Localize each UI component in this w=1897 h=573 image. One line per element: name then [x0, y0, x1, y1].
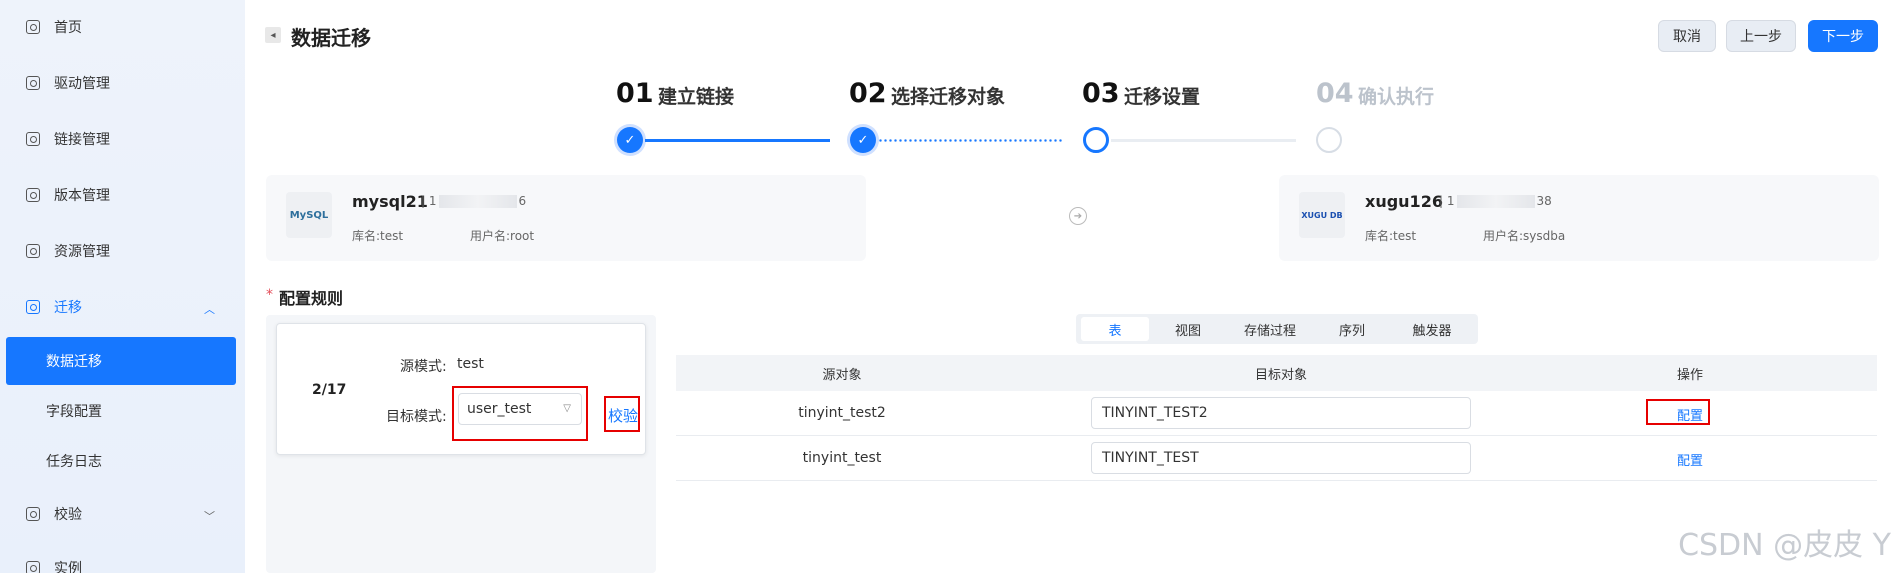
menu-icon	[26, 76, 40, 90]
step-3-number: 03	[1082, 78, 1120, 109]
source-db-ip-prefix: | 1	[421, 194, 437, 208]
source-db-ip: | 1 6	[421, 194, 526, 208]
target-db-database: 库名:test	[1365, 229, 1417, 243]
step-2-label: 选择迁移对象	[891, 86, 1006, 108]
table-row: tinyint_test TINYINT_TEST 配置	[676, 436, 1877, 481]
sidebar-item-driver[interactable]: 驱动管理	[0, 60, 245, 106]
source-db-user: 用户名:root	[470, 229, 535, 243]
column-header-source: 源对象	[822, 368, 862, 383]
target-db-user: 用户名:sysdba	[1483, 229, 1566, 243]
target-db-ip-suffix: 38	[1536, 194, 1552, 208]
menu-icon	[26, 507, 40, 521]
target-db-card: XUGU DB xugu126 | 1 38 库名:test 用户名:sysdba	[1279, 175, 1879, 261]
section-title: 配置规则	[279, 289, 344, 308]
sidebar-subitem-data-migration[interactable]: 数据迁移	[6, 337, 236, 385]
tab-view[interactable]: 视图	[1154, 317, 1222, 341]
sidebar-subitem-label: 数据迁移	[46, 354, 102, 370]
target-db-ip-prefix: | 1	[1439, 194, 1455, 208]
cancel-button[interactable]: 取消	[1658, 20, 1716, 52]
menu-icon	[26, 132, 40, 146]
sidebar-item-migration[interactable]: 迁移 ︿	[0, 284, 245, 330]
config-link[interactable]: 配置	[1670, 450, 1710, 469]
step-1-connector	[645, 139, 830, 142]
highlight-box	[1646, 399, 1710, 425]
sidebar-item-label: 实例	[54, 561, 82, 573]
tab-procedure[interactable]: 存储过程	[1226, 317, 1314, 341]
step-2-check-icon: ✓	[850, 127, 876, 153]
step-3-label: 迁移设置	[1124, 86, 1201, 108]
prev-step-button[interactable]: 上一步	[1726, 20, 1796, 52]
source-schema-value: test	[457, 356, 484, 372]
sidebar-subitem-field-config[interactable]: 字段配置	[6, 387, 236, 435]
column-header-target: 目标对象	[1254, 368, 1307, 383]
source-db-database: 库名:test	[352, 229, 404, 243]
sidebar-item-instance[interactable]: 实例	[0, 545, 245, 573]
redacted-ip	[1456, 195, 1535, 208]
step-4-dot	[1316, 127, 1342, 153]
sidebar-subitem-label: 任务日志	[46, 454, 102, 470]
step-2-number: 02	[849, 78, 887, 109]
target-db-name: xugu126	[1365, 192, 1443, 211]
required-mark: *	[266, 287, 273, 303]
menu-icon	[26, 188, 40, 202]
sidebar-item-label: 资源管理	[54, 244, 110, 260]
table-header: 源对象 目标对象 操作	[676, 355, 1877, 391]
target-db-ip: | 1 38	[1439, 194, 1552, 208]
sidebar-item-link[interactable]: 链接管理	[0, 116, 245, 162]
sidebar-item-label: 链接管理	[54, 132, 110, 148]
step-4-number: 04	[1316, 78, 1354, 109]
source-object: tinyint_test2	[798, 405, 886, 421]
xugu-logo: XUGU DB	[1299, 192, 1345, 238]
schema-count: 2/17	[312, 382, 347, 398]
tab-sequence[interactable]: 序列	[1318, 317, 1386, 341]
sidebar: 首页 驱动管理 链接管理 版本管理 资源管理 迁移 ︿ 数据迁移 字段配置 任务…	[0, 0, 245, 573]
watermark: CSDN @皮皮 Y	[1678, 528, 1891, 563]
step-4-label: 确认执行	[1358, 86, 1435, 108]
target-object-input[interactable]: TINYINT_TEST2	[1091, 397, 1471, 429]
sidebar-item-label: 首页	[54, 20, 82, 36]
target-object-input[interactable]: TINYINT_TEST	[1091, 442, 1471, 474]
column-header-action: 操作	[1676, 368, 1703, 383]
sidebar-subitem-label: 字段配置	[46, 404, 102, 420]
step-3-dot	[1083, 127, 1109, 153]
next-step-button[interactable]: 下一步	[1808, 20, 1878, 52]
tab-table[interactable]: 表	[1081, 317, 1149, 341]
mysql-logo: MySQL	[286, 192, 332, 238]
sidebar-subitem-task-log[interactable]: 任务日志	[6, 437, 236, 485]
source-object: tinyint_test	[802, 450, 882, 466]
source-db-name: mysql21	[352, 192, 428, 211]
back-icon[interactable]: ◂	[265, 27, 281, 43]
highlight-box	[604, 396, 640, 432]
chevron-up-icon: ︿	[204, 303, 215, 316]
sidebar-item-version[interactable]: 版本管理	[0, 172, 245, 218]
object-type-tabs: 表 视图 存储过程 序列 触发器	[1076, 314, 1478, 344]
menu-icon	[26, 20, 40, 34]
step-1-label: 建立链接	[658, 86, 735, 108]
menu-icon	[26, 244, 40, 258]
sidebar-item-home[interactable]: 首页	[0, 4, 245, 50]
menu-icon	[26, 300, 40, 314]
sidebar-item-label: 迁移	[54, 300, 82, 316]
chevron-down-icon: ﹀	[204, 510, 215, 523]
source-db-ip-suffix: 6	[518, 194, 527, 208]
page-title: 数据迁移	[291, 26, 371, 50]
sidebar-item-verify[interactable]: 校验 ﹀	[0, 491, 245, 537]
sidebar-item-label: 驱动管理	[54, 76, 110, 92]
redacted-ip	[438, 195, 517, 208]
step-1-check-icon: ✓	[617, 127, 643, 153]
sidebar-item-label: 校验	[54, 507, 82, 523]
step-2-connector	[878, 139, 1063, 142]
sidebar-item-label: 版本管理	[54, 188, 110, 204]
sidebar-item-resource[interactable]: 资源管理	[0, 228, 245, 274]
step-3-connector	[1111, 139, 1296, 142]
source-schema-label: 源模式:	[400, 359, 447, 375]
source-db-card: MySQL mysql21 | 1 6 库名:test 用户名:root	[266, 175, 866, 261]
menu-icon	[26, 561, 40, 573]
highlight-box	[452, 386, 588, 441]
arrow-right-icon: ➔	[1069, 207, 1087, 225]
target-schema-label: 目标模式:	[386, 409, 447, 425]
tab-trigger[interactable]: 触发器	[1394, 317, 1470, 341]
step-1-number: 01	[616, 78, 654, 109]
